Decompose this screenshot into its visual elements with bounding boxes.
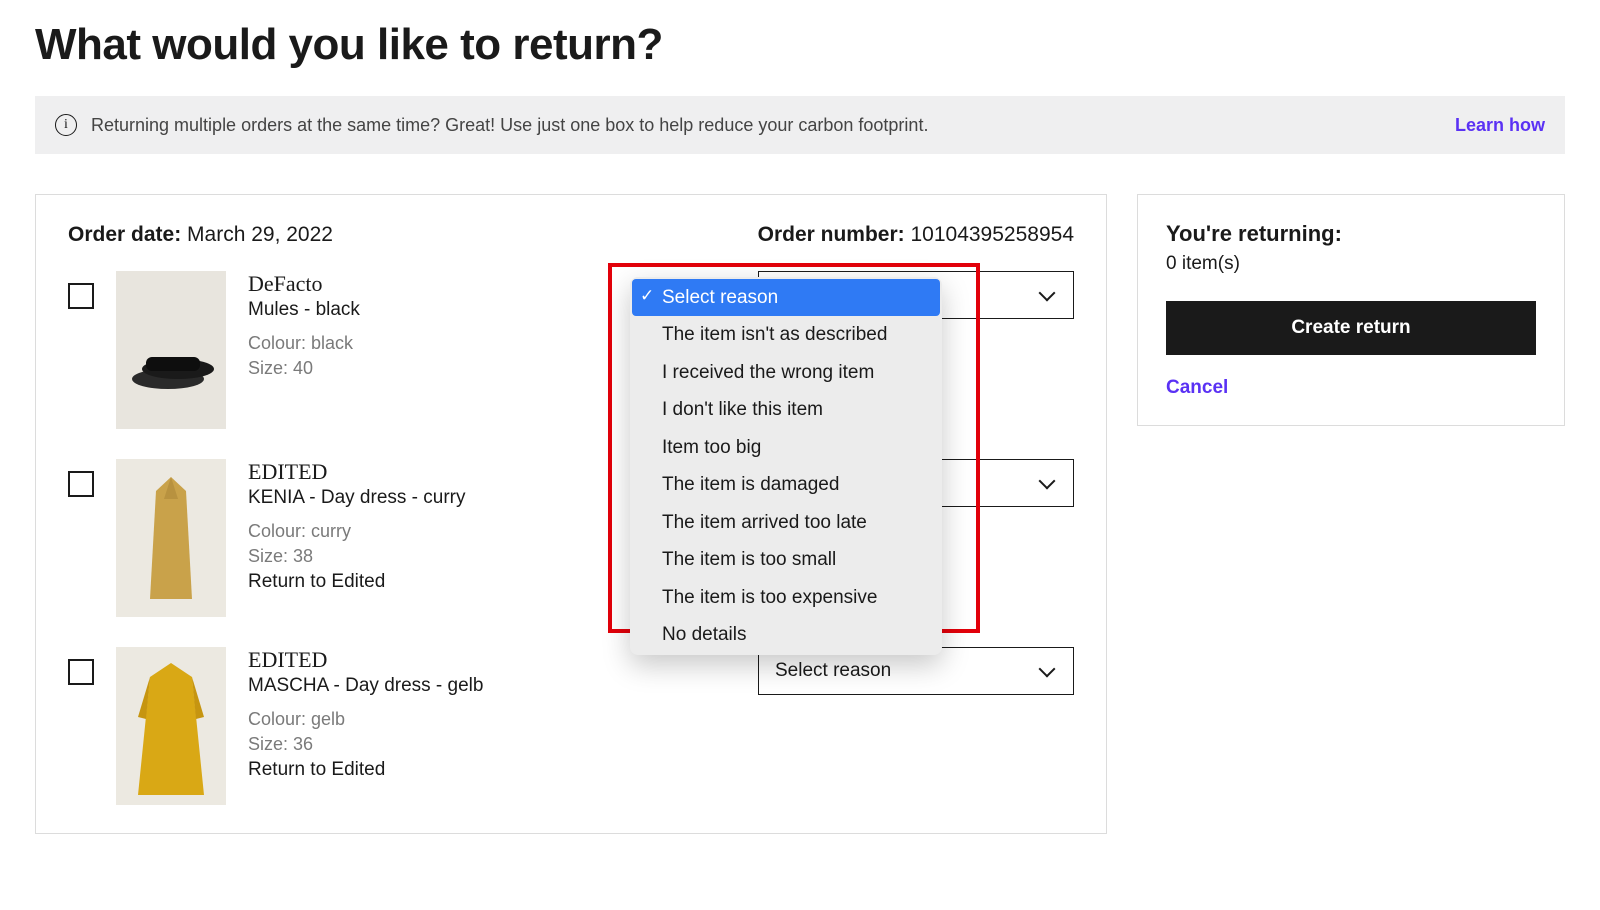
item-thumbnail [116,271,226,429]
item-thumbnail [116,459,226,617]
item-size: Size: 36 [248,732,736,757]
item-details: EDITED MASCHA - Day dress - gelb Colour:… [248,647,736,781]
page-title: What would you like to return? [35,20,1565,70]
order-number-label: Order number: [758,223,905,246]
order-number-value: 10104395258954 [910,223,1074,246]
chevron-down-icon [1039,662,1057,680]
order-header: Order date: March 29, 2022 Order number:… [68,223,1074,247]
order-date-value: March 29, 2022 [187,223,333,246]
item-thumbnail [116,647,226,805]
info-banner: i Returning multiple orders at the same … [35,96,1565,154]
item-checkbox[interactable] [68,283,94,309]
summary-count: 0 item(s) [1166,253,1536,275]
reason-dropdown-menu[interactable]: Select reason The item isn't as describe… [630,277,942,655]
dropdown-option[interactable]: The item is too small [632,541,940,578]
item-return-to: Return to Edited [248,759,736,781]
reason-select-value: Select reason [775,660,891,682]
summary-heading: You're returning: [1166,221,1536,247]
dropdown-option[interactable]: The item is too expensive [632,579,940,616]
item-name: MASCHA - Day dress - gelb [248,675,736,697]
dropdown-option[interactable]: Item too big [632,429,940,466]
item-colour: Colour: gelb [248,707,736,732]
info-banner-text: Returning multiple orders at the same ti… [91,115,1455,136]
create-return-button[interactable]: Create return [1166,301,1536,355]
order-date: Order date: March 29, 2022 [68,223,333,247]
order-date-label: Order date: [68,223,181,246]
item-checkbox[interactable] [68,471,94,497]
return-summary: You're returning: 0 item(s) Create retur… [1137,194,1565,426]
dropdown-option[interactable]: I received the wrong item [632,354,940,391]
order-number: Order number: 10104395258954 [758,223,1074,247]
info-icon: i [55,114,77,136]
dropdown-option[interactable]: Select reason [632,279,940,316]
dropdown-option[interactable]: No details [632,616,940,653]
dropdown-option[interactable]: The item arrived too late [632,504,940,541]
dropdown-option[interactable]: I don't like this item [632,391,940,428]
item-checkbox[interactable] [68,659,94,685]
order-card: Order date: March 29, 2022 Order number:… [35,194,1107,834]
return-item-row: EDITED MASCHA - Day dress - gelb Colour:… [68,647,1074,805]
dropdown-option[interactable]: The item isn't as described [632,316,940,353]
chevron-down-icon [1039,474,1057,492]
dropdown-option[interactable]: The item is damaged [632,466,940,503]
chevron-down-icon [1039,286,1057,304]
cancel-link[interactable]: Cancel [1166,377,1536,399]
learn-how-link[interactable]: Learn how [1455,115,1545,136]
